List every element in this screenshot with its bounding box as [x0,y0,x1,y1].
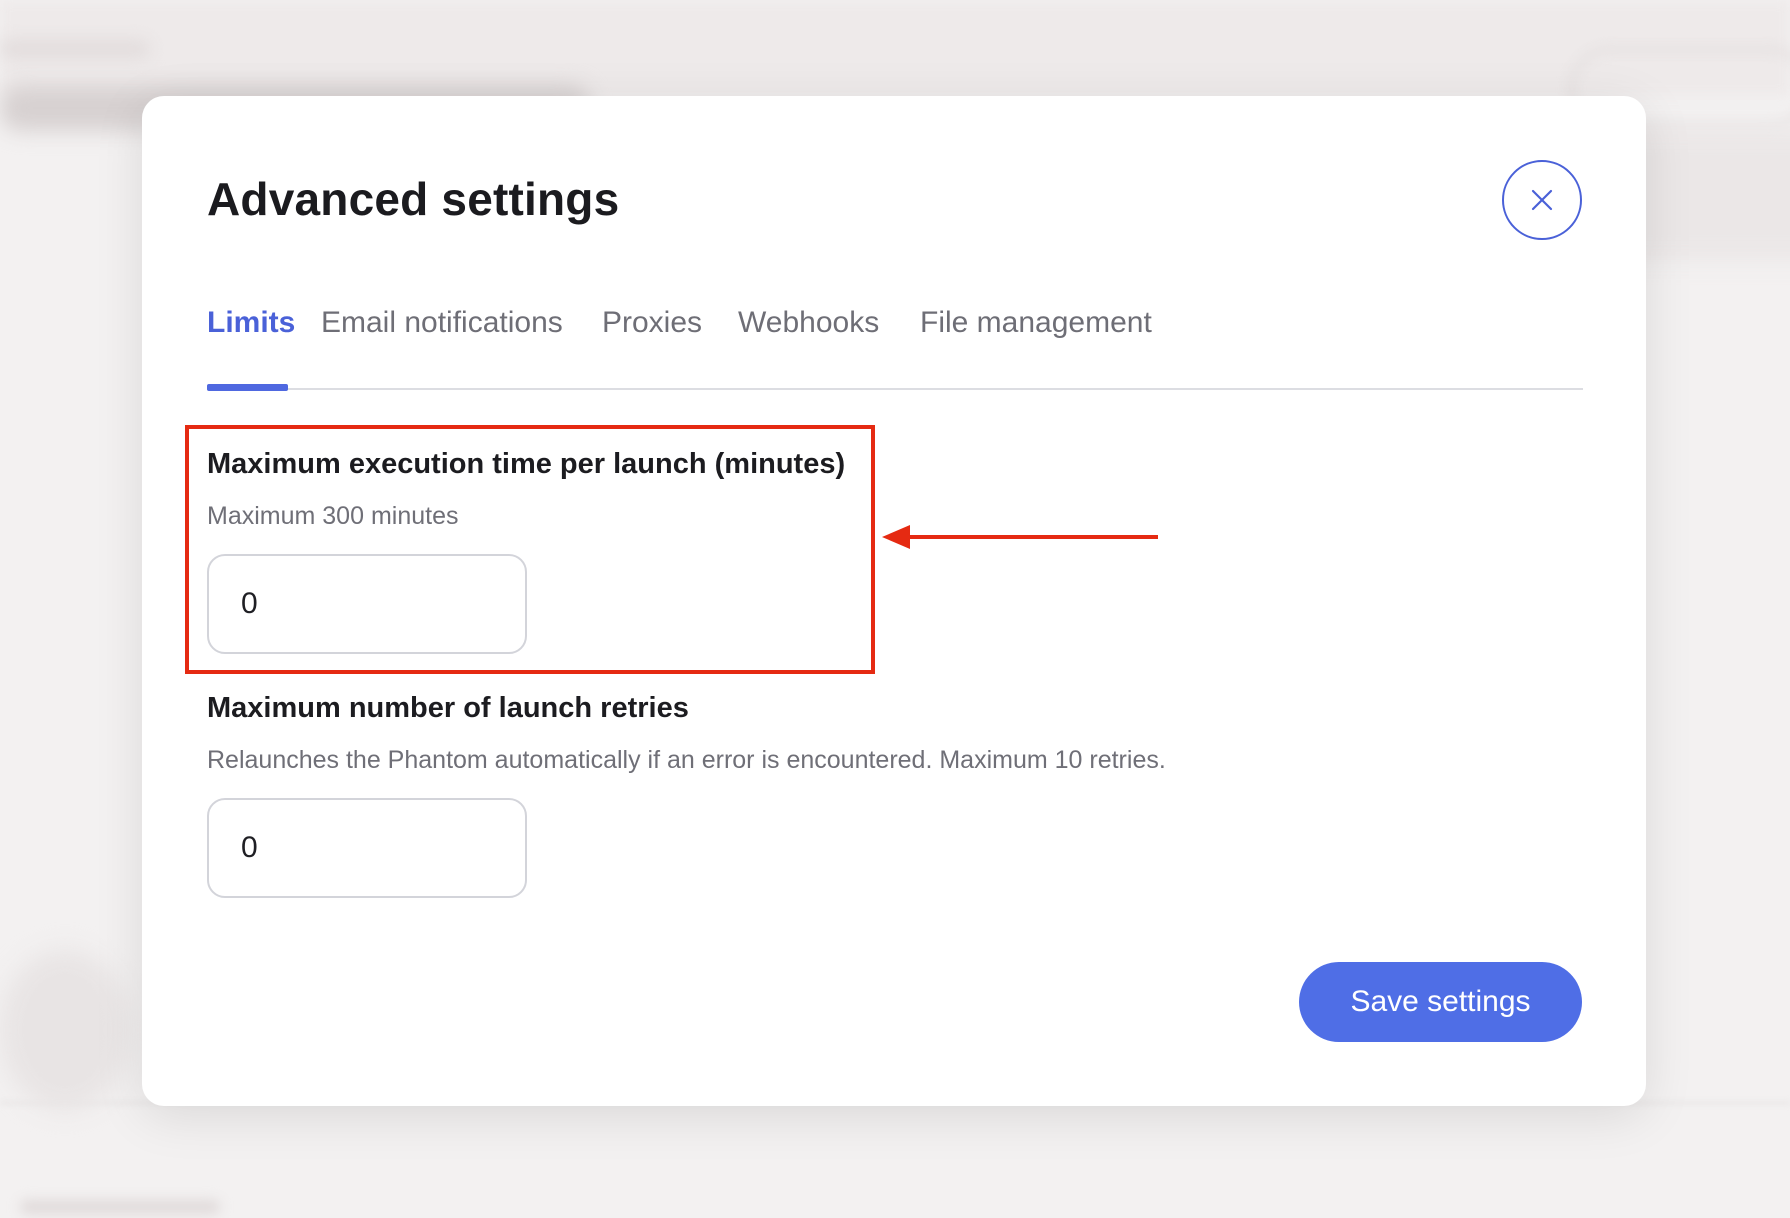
tab-limits[interactable]: Limits [207,306,295,390]
background-breadcrumb [0,40,150,58]
tab-file-management[interactable]: File management [920,306,1152,390]
execution-time-input[interactable] [207,554,527,654]
launch-retries-description: Relaunches the Phantom automatically if … [207,746,1166,774]
background-avatar [0,950,130,1110]
tab-label: Proxies [602,306,703,339]
active-tab-indicator [207,384,288,391]
modal-title: Advanced settings [207,173,620,225]
background-footer-text [20,1200,220,1214]
execution-time-description: Maximum 300 minutes [207,502,459,530]
close-icon [1531,189,1553,211]
tab-label: File management [920,306,1152,339]
background-topbar [0,0,1790,96]
tab-label: Limits [207,306,296,339]
arrow-left-icon [882,525,1158,549]
close-button[interactable] [1502,160,1582,240]
tab-email-notifications[interactable]: Email notifications [321,306,563,390]
advanced-settings-modal: Advanced settings Limits Email notificat… [142,96,1646,1106]
tab-webhooks[interactable]: Webhooks [738,306,879,390]
tab-label: Webhooks [738,306,880,339]
execution-time-label: Maximum execution time per launch (minut… [207,448,846,480]
launch-retries-input[interactable] [207,798,527,898]
settings-tabs: Limits Email notifications Proxies Webho… [207,306,1583,391]
tab-label: Email notifications [321,306,563,339]
tab-proxies[interactable]: Proxies [602,306,702,390]
launch-retries-label: Maximum number of launch retries [207,692,689,724]
save-settings-button[interactable]: Save settings [1299,962,1582,1042]
